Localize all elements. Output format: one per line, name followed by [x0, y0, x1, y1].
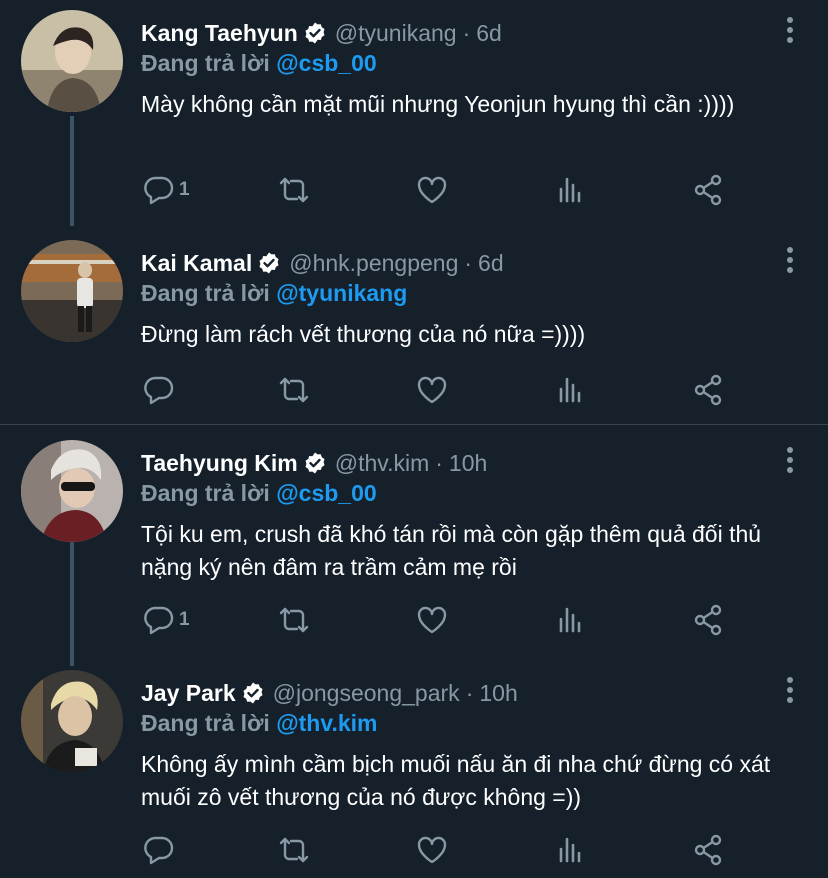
more-icon[interactable] [786, 16, 794, 44]
tweet-text: Đừng làm rách vết thương của nó nữa =)))… [141, 321, 586, 347]
share-icon [694, 834, 722, 866]
replying-to-label: Đang trả lời [141, 50, 270, 76]
reply-count: 1 [179, 179, 190, 200]
reply-icon [144, 606, 174, 635]
avatar[interactable] [21, 440, 123, 542]
replying-to-label: Đang trả lời [141, 280, 270, 306]
analytics-icon [559, 177, 581, 203]
avatar[interactable] [21, 10, 123, 112]
avatar[interactable] [21, 670, 123, 772]
user-handle[interactable]: @thv.kim [335, 450, 429, 477]
reply-button[interactable]: 1 [141, 172, 190, 208]
tweet[interactable]: Jay Park @jongseong_park · 10h Đang trả … [0, 660, 828, 878]
analytics-button[interactable] [553, 832, 587, 868]
separator-dot: · [465, 679, 474, 706]
like-icon [417, 176, 447, 204]
replying-to: Đang trả lời @csb_00 [141, 480, 377, 507]
tweet[interactable]: Kai Kamal @hnk.pengpeng · 6d Đang trả lờ… [0, 230, 828, 424]
verified-badge-icon [305, 452, 325, 474]
more-icon[interactable] [786, 676, 794, 704]
retweet-icon [279, 177, 309, 203]
tweet-actions: 1 [141, 602, 741, 638]
like-icon [417, 836, 447, 864]
timestamp[interactable]: 10h [449, 450, 487, 477]
tweet[interactable]: Taehyung Kim @thv.kim · 10h Đang trả lời… [0, 430, 828, 660]
share-icon [694, 604, 722, 636]
analytics-icon [559, 377, 581, 403]
like-button[interactable] [415, 172, 449, 208]
share-icon [694, 374, 722, 406]
share-button[interactable] [691, 372, 725, 408]
avatar[interactable] [21, 240, 123, 342]
mention-link[interactable]: @tyunikang [276, 280, 407, 306]
analytics-button[interactable] [553, 372, 587, 408]
separator-dot: · [464, 249, 473, 276]
like-icon [417, 606, 447, 634]
mention-link[interactable]: @csb_00 [276, 50, 376, 76]
display-name[interactable]: Kang Taehyun [141, 20, 298, 47]
like-button[interactable] [415, 832, 449, 868]
like-button[interactable] [415, 372, 449, 408]
mention-link[interactable]: @csb_00 [276, 480, 376, 506]
user-handle[interactable]: @tyunikang [335, 20, 457, 47]
share-button[interactable] [691, 832, 725, 868]
replying-to: Đang trả lời @tyunikang [141, 280, 407, 307]
tweet-actions: 1 [141, 172, 741, 208]
analytics-button[interactable] [553, 602, 587, 638]
more-icon[interactable] [786, 246, 794, 274]
retweet-button[interactable] [277, 832, 311, 868]
more-icon[interactable] [786, 446, 794, 474]
retweet-button[interactable] [277, 172, 311, 208]
timestamp[interactable]: 6d [478, 250, 504, 277]
reply-button[interactable] [141, 372, 179, 408]
retweet-icon [279, 607, 309, 633]
display-name[interactable]: Taehyung Kim [141, 450, 298, 477]
analytics-icon [559, 837, 581, 863]
mention-link[interactable]: @thv.kim [276, 710, 377, 736]
display-name[interactable]: Jay Park [141, 680, 236, 707]
display-name[interactable]: Kai Kamal [141, 250, 252, 277]
reply-icon [144, 176, 174, 205]
reply-feed: Kang Taehyun @tyunikang · 6d Đang trả lờ… [0, 0, 828, 878]
reply-button[interactable]: 1 [141, 602, 190, 638]
replying-to: Đang trả lời @csb_00 [141, 50, 377, 77]
tweet-actions [141, 372, 741, 408]
replying-to-label: Đang trả lời [141, 480, 270, 506]
retweet-button[interactable] [277, 602, 311, 638]
timestamp[interactable]: 10h [479, 680, 517, 707]
tweet[interactable]: Kang Taehyun @tyunikang · 6d Đang trả lờ… [0, 0, 828, 230]
replying-to-label: Đang trả lời [141, 710, 270, 736]
replying-to: Đang trả lời @thv.kim [141, 710, 377, 737]
analytics-icon [559, 607, 581, 633]
retweet-icon [279, 837, 309, 863]
tweet-text: Không ấy mình cầm bịch muối nấu ăn đi nh… [141, 751, 771, 810]
retweet-button[interactable] [277, 372, 311, 408]
share-button[interactable] [691, 172, 725, 208]
reply-icon [144, 376, 174, 405]
retweet-icon [279, 377, 309, 403]
separator-dot: · [462, 19, 471, 46]
timestamp[interactable]: 6d [476, 20, 502, 47]
verified-badge-icon [305, 22, 325, 44]
analytics-button[interactable] [553, 172, 587, 208]
divider [0, 424, 828, 425]
user-handle[interactable]: @hnk.pengpeng [289, 250, 458, 277]
verified-badge-icon [259, 252, 279, 274]
verified-badge-icon [243, 682, 263, 704]
user-handle[interactable]: @jongseong_park [273, 680, 460, 707]
tweet-text: Tội ku em, crush đã khó tán rồi mà còn g… [141, 521, 762, 580]
share-button[interactable] [691, 602, 725, 638]
separator-dot: · [435, 449, 443, 476]
share-icon [694, 174, 722, 206]
like-button[interactable] [415, 602, 449, 638]
reply-button[interactable] [141, 832, 179, 868]
tweet-actions [141, 832, 741, 868]
like-icon [417, 376, 447, 404]
reply-icon [144, 836, 174, 865]
tweet-text: Mày không cần mặt mũi nhưng Yeonjun hyun… [141, 91, 735, 117]
reply-count: 1 [179, 609, 190, 630]
